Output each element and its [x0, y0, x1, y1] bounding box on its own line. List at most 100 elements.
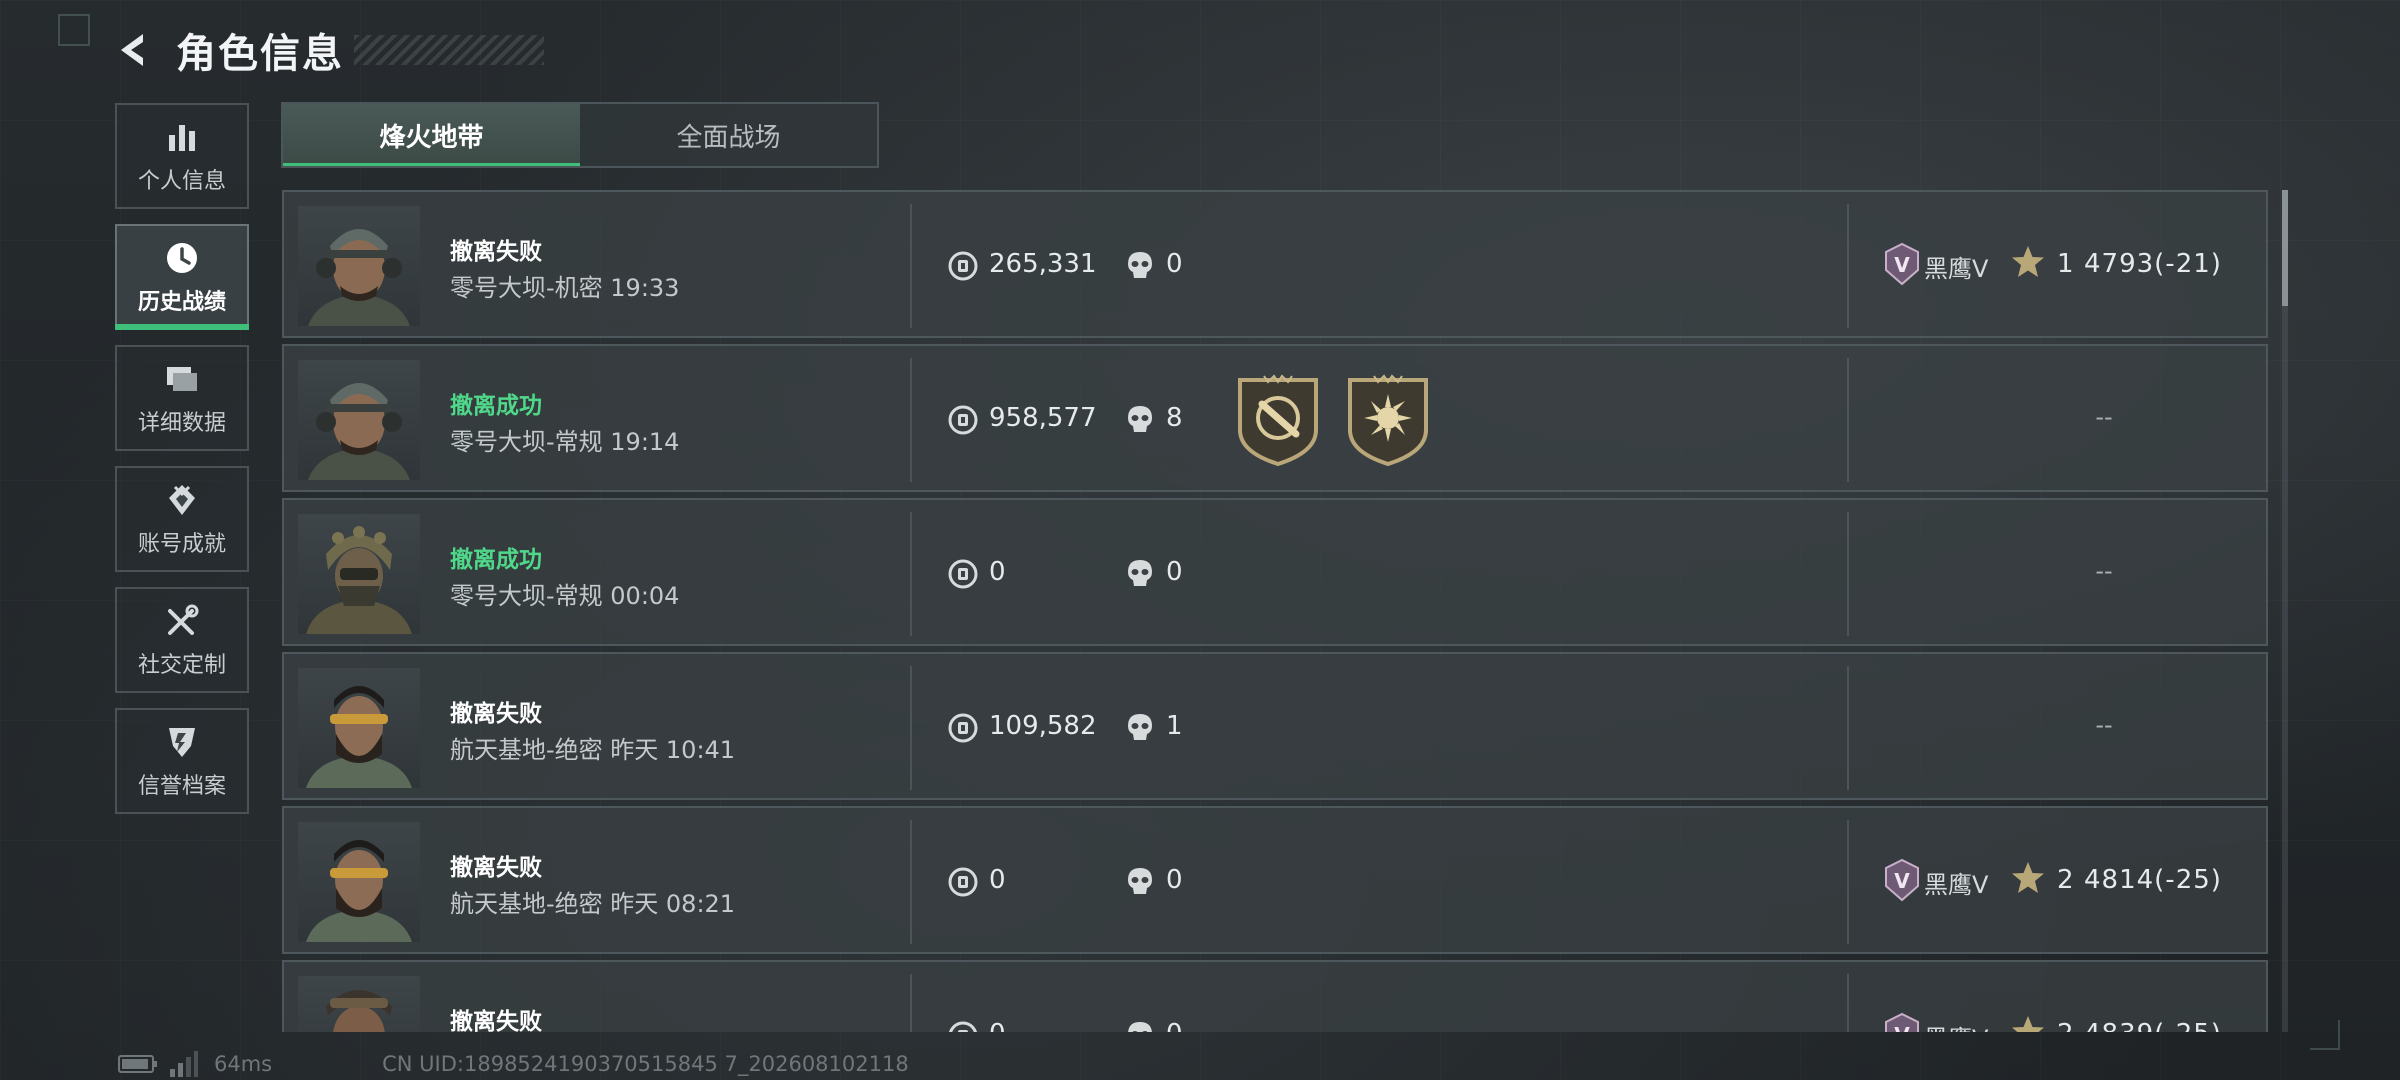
svg-text:V: V: [1894, 1023, 1910, 1032]
scroll-thumb[interactable]: [2282, 190, 2288, 306]
star-count: 2: [2057, 865, 2074, 895]
tab-haven-zone[interactable]: 烽火地带: [283, 104, 580, 166]
divider: [1847, 974, 1849, 1032]
cards-icon: [162, 359, 202, 399]
sidebar-item-reputation[interactable]: 信誉档案: [115, 708, 249, 814]
operator-avatar: [298, 206, 420, 326]
sidebar: 个人信息 历史战绩 详细数据 账号成就 社交定制 信誉档案: [115, 103, 253, 829]
coin-icon: [949, 1021, 977, 1032]
svg-text:V: V: [1894, 253, 1910, 277]
divider: [910, 358, 912, 482]
coin-value: 265,331: [989, 249, 1097, 279]
svg-text:V: V: [1894, 869, 1910, 893]
tab-full-battlefield[interactable]: 全面战场: [580, 104, 877, 166]
rank-score: 4814(-25): [2084, 865, 2222, 895]
operator-avatar: [298, 514, 420, 634]
page-title: 角色信息: [176, 31, 344, 77]
coin-icon: [948, 713, 978, 743]
sidebar-item-achievements[interactable]: 账号成就: [115, 466, 249, 572]
operator-avatar: [298, 822, 420, 942]
sidebar-item-social[interactable]: 社交定制: [115, 587, 249, 693]
coin-icon: [948, 405, 978, 435]
empty-rank: --: [2095, 403, 2113, 431]
rank-name: 黑鹰V: [1924, 255, 1989, 283]
bar-chart-icon: [162, 117, 202, 157]
title-decoration: [354, 35, 544, 65]
extraction-status: 撤离失败: [450, 1009, 542, 1032]
skull-icon: [1128, 1022, 1152, 1032]
coin-value: 0: [989, 1019, 1006, 1032]
shield-icon: [162, 722, 202, 762]
coin-icon: [948, 251, 978, 281]
kill-count: 8: [1166, 403, 1183, 433]
star-icon: [2012, 862, 2044, 893]
uid-text: CN UID:1898524190370515845 7_20260810211…: [382, 1052, 909, 1076]
record-row[interactable]: 撤离失败 零号大坝-机密 19:33 265,331 0 V 黑鹰V 1 479…: [282, 190, 2268, 338]
skull-icon: [1128, 868, 1152, 894]
sidebar-item-history[interactable]: 历史战绩: [115, 224, 249, 330]
skull-icon: [1128, 406, 1152, 432]
divider: [1847, 204, 1849, 328]
kill-count: 1: [1166, 711, 1183, 741]
sidebar-item-label: 信誉档案: [137, 774, 226, 799]
operator-avatar: [298, 668, 420, 788]
skull-icon: [1128, 252, 1152, 278]
rank-score: 4839(-25): [2084, 1019, 2222, 1032]
map-and-time: 零号大坝-机密 19:33: [450, 274, 680, 302]
coin-icon: [948, 867, 978, 897]
sidebar-item-personal-info[interactable]: 个人信息: [115, 103, 249, 209]
back-arrow-icon[interactable]: [110, 27, 156, 73]
record-row[interactable]: 撤离成功 零号大坝-常规 00:04 0 0 --: [282, 498, 2268, 646]
kill-count: 0: [1166, 557, 1183, 587]
achievement-icon: [162, 480, 202, 520]
kill-count: 0: [1166, 249, 1183, 279]
sidebar-item-detailed-data[interactable]: 详细数据: [115, 345, 249, 451]
sidebar-item-label: 个人信息: [137, 169, 226, 194]
operator-avatar: [298, 360, 420, 480]
header: 角色信息: [110, 22, 544, 78]
rank-emblem-icon: V: [1885, 242, 1919, 286]
battery-icon: [118, 1055, 157, 1073]
divider: [1847, 358, 1849, 482]
rank-score: 4793(-21): [2084, 249, 2222, 279]
ping-text: 64ms: [214, 1052, 273, 1076]
corner-mark: [58, 14, 90, 46]
divider: [910, 204, 912, 328]
coin-value: 109,582: [989, 711, 1097, 741]
sidebar-item-label: 社交定制: [137, 653, 226, 678]
star-count: 1: [2057, 249, 2074, 279]
operator-avatar: [298, 976, 420, 1032]
sidebar-item-label: 详细数据: [137, 411, 226, 436]
star-count: 2: [2057, 1019, 2074, 1032]
extraction-status: 撤离失败: [450, 239, 542, 265]
rocket-badge-icon[interactable]: [1234, 374, 1322, 466]
sidebar-item-label: 账号成就: [137, 532, 226, 557]
sun-badge-icon[interactable]: [1344, 374, 1432, 466]
scrollbar[interactable]: [2282, 190, 2288, 1032]
extraction-status: 撤离成功: [450, 547, 542, 573]
skull-icon: [1128, 714, 1152, 740]
record-row[interactable]: 撤离失败 航天基地-绝密 昨天 10:41 109,582 1 --: [282, 652, 2268, 800]
divider: [910, 666, 912, 790]
record-row[interactable]: 撤离失败 航天基地-绝密 昨天 08:21 0 0 V 黑鹰V 2 4814(-…: [282, 806, 2268, 954]
record-row[interactable]: 撤离失败 0 0 V 黑鹰V 2 4839(-25): [282, 960, 2268, 1032]
coin-value: 958,577: [989, 403, 1097, 433]
star-icon: [2012, 246, 2044, 277]
signal-icon: [170, 1051, 198, 1077]
divider: [910, 512, 912, 636]
divider: [1847, 666, 1849, 790]
map-and-time: 零号大坝-常规 19:14: [450, 428, 680, 456]
extraction-status: 撤离失败: [450, 701, 542, 727]
map-and-time: 航天基地-绝密 昨天 10:41: [450, 736, 736, 764]
divider: [910, 820, 912, 944]
record-row[interactable]: 撤离成功 零号大坝-常规 19:14 958,577 8 --: [282, 344, 2268, 492]
kill-count: 0: [1166, 865, 1183, 895]
divider: [1847, 512, 1849, 636]
kill-count: 0: [1166, 1019, 1183, 1032]
record-list: 撤离失败 零号大坝-机密 19:33 265,331 0 V 黑鹰V 1 479…: [282, 190, 2270, 1032]
coin-icon: [948, 559, 978, 589]
divider: [910, 974, 912, 1032]
coin-value: 0: [989, 557, 1006, 587]
rank-emblem-icon: V: [1885, 858, 1919, 902]
empty-rank: --: [2095, 557, 2113, 585]
